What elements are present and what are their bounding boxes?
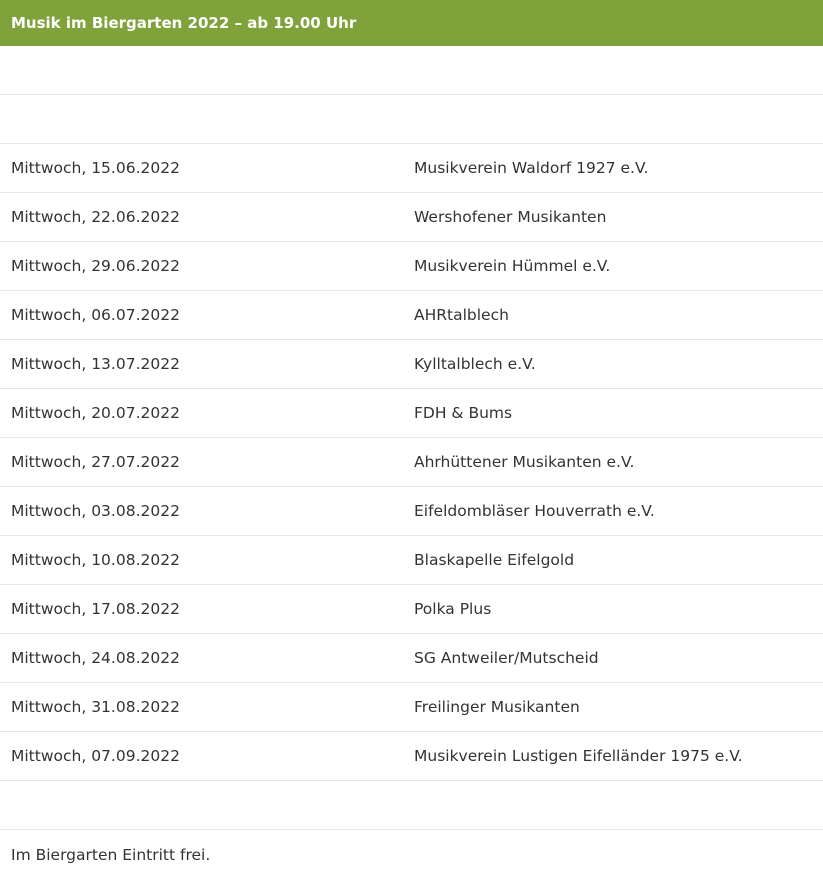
event-band: Wershofener Musikanten bbox=[414, 208, 607, 226]
table-row: Mittwoch, 27.07.2022 Ahrhüttener Musikan… bbox=[0, 438, 823, 487]
footer-note: Im Biergarten Eintritt frei. bbox=[11, 845, 211, 864]
event-band: Ahrhüttener Musikanten e.V. bbox=[414, 453, 635, 471]
table-row: Mittwoch, 20.07.2022 FDH & Bums bbox=[0, 389, 823, 438]
table-row: Mittwoch, 06.07.2022 AHRtalblech bbox=[0, 291, 823, 340]
event-date: Mittwoch, 06.07.2022 bbox=[11, 306, 180, 324]
event-date: Mittwoch, 03.08.2022 bbox=[11, 502, 180, 520]
event-band: AHRtalblech bbox=[414, 306, 509, 324]
event-band: Musikverein Waldorf 1927 e.V. bbox=[414, 159, 649, 177]
footer-row: Im Biergarten Eintritt frei. bbox=[0, 830, 823, 879]
event-date: Mittwoch, 20.07.2022 bbox=[11, 404, 180, 422]
event-band: SG Antweiler/Mutscheid bbox=[414, 649, 599, 667]
event-band: Freilinger Musikanten bbox=[414, 698, 580, 716]
table-row: Mittwoch, 17.08.2022 Polka Plus bbox=[0, 585, 823, 634]
event-date: Mittwoch, 13.07.2022 bbox=[11, 355, 180, 373]
table-row: Mittwoch, 24.08.2022 SG Antweiler/Mutsch… bbox=[0, 634, 823, 683]
table-row: Mittwoch, 03.08.2022 Eifeldombläser Houv… bbox=[0, 487, 823, 536]
empty-row bbox=[0, 781, 823, 830]
schedule-table: Mittwoch, 15.06.2022 Musikverein Waldorf… bbox=[0, 46, 823, 879]
event-band: Musikverein Hümmel e.V. bbox=[414, 257, 611, 275]
table-row: Mittwoch, 15.06.2022 Musikverein Waldorf… bbox=[0, 144, 823, 193]
empty-row bbox=[0, 46, 823, 95]
event-date: Mittwoch, 10.08.2022 bbox=[11, 551, 180, 569]
table-row: Mittwoch, 31.08.2022 Freilinger Musikant… bbox=[0, 683, 823, 732]
event-band: Eifeldombläser Houverrath e.V. bbox=[414, 502, 655, 520]
event-date: Mittwoch, 07.09.2022 bbox=[11, 747, 180, 765]
table-row: Mittwoch, 10.08.2022 Blaskapelle Eifelgo… bbox=[0, 536, 823, 585]
table-row: Mittwoch, 22.06.2022 Wershofener Musikan… bbox=[0, 193, 823, 242]
event-band: FDH & Bums bbox=[414, 404, 513, 422]
event-date: Mittwoch, 15.06.2022 bbox=[11, 159, 180, 177]
event-band: Polka Plus bbox=[414, 600, 492, 618]
event-date: Mittwoch, 31.08.2022 bbox=[11, 698, 180, 716]
table-row: Mittwoch, 13.07.2022 Kylltalblech e.V. bbox=[0, 340, 823, 389]
event-date: Mittwoch, 27.07.2022 bbox=[11, 453, 180, 471]
event-date: Mittwoch, 17.08.2022 bbox=[11, 600, 180, 618]
table-row: Mittwoch, 29.06.2022 Musikverein Hümmel … bbox=[0, 242, 823, 291]
event-date: Mittwoch, 24.08.2022 bbox=[11, 649, 180, 667]
empty-row bbox=[0, 95, 823, 144]
event-date: Mittwoch, 29.06.2022 bbox=[11, 257, 180, 275]
table-row: Mittwoch, 07.09.2022 Musikverein Lustige… bbox=[0, 732, 823, 781]
event-band: Kylltalblech e.V. bbox=[414, 355, 536, 373]
event-date: Mittwoch, 22.06.2022 bbox=[11, 208, 180, 226]
event-band: Blaskapelle Eifelgold bbox=[414, 551, 575, 569]
table-header-title: Musik im Biergarten 2022 – ab 19.00 Uhr bbox=[0, 0, 823, 46]
event-band: Musikverein Lustigen Eifelländer 1975 e.… bbox=[414, 747, 743, 765]
